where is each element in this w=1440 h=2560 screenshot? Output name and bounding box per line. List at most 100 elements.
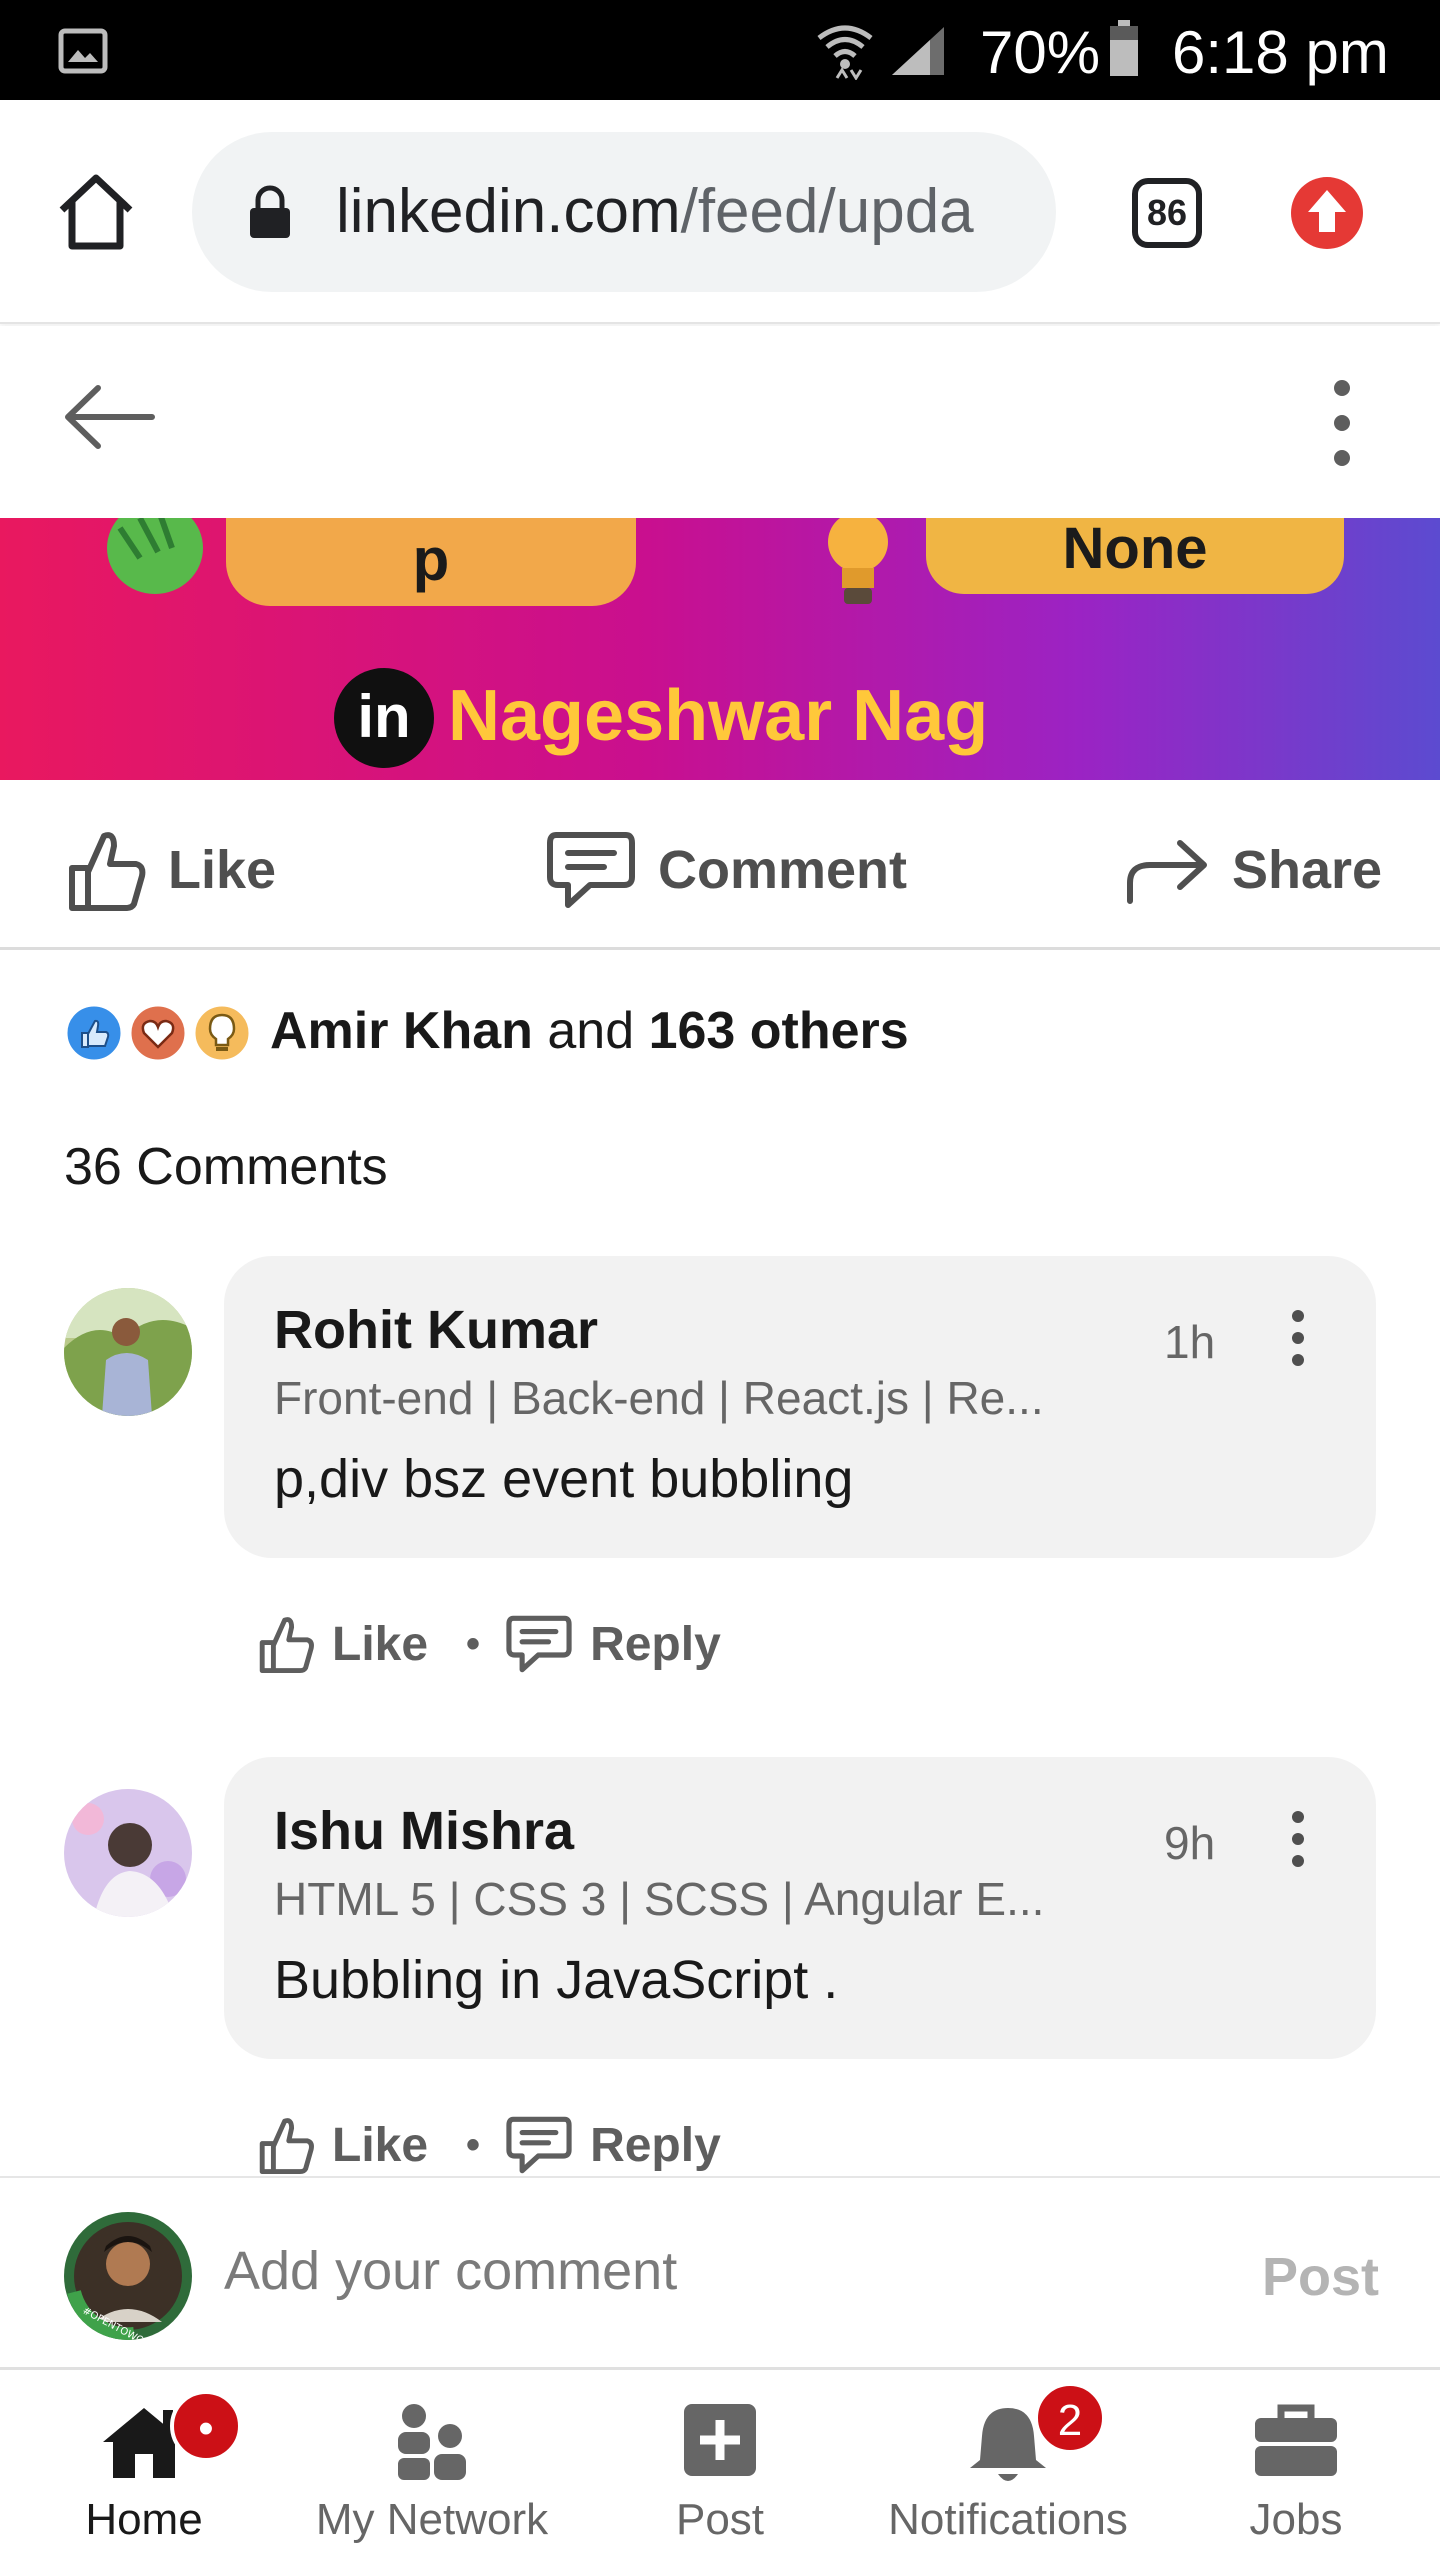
comment-menu-icon[interactable] [1286,1308,1310,1368]
comment-text: p,div bsz event bubbling [274,1449,854,1509]
commenter-avatar[interactable] [64,1288,192,1416]
reply-icon [506,1615,572,1673]
address-bar[interactable]: linkedin.com/feed/upda [192,132,1056,292]
nav-notifications-label: Notifications [888,2495,1128,2544]
nav-home-label: Home [85,2495,203,2544]
like-button[interactable]: Like [66,822,276,918]
comment-reply-button[interactable]: Reply [506,2116,721,2174]
back-arrow-icon[interactable] [62,382,156,452]
home-icon[interactable] [54,172,138,252]
like-label: Like [168,840,277,900]
network-icon [398,2404,466,2480]
post-action-bar: Like Comment Share [0,788,1440,950]
reactor-name: Amir Khan [270,1002,533,1060]
linkedin-logo-icon: in [334,668,434,768]
thumbs-up-icon [259,1617,314,1674]
browser-toolbar: linkedin.com/feed/upda 86 [0,100,1440,324]
post-comment-button[interactable]: Post [1262,2242,1379,2312]
more-options-icon[interactable] [1324,378,1360,468]
tab-switcher-button[interactable]: 86 [1132,178,1202,248]
battery-percent: 70% [980,19,1101,86]
url-text: linkedin.com/feed/upda [336,176,974,248]
comment-text: Bubbling in JavaScript . [274,1950,839,2010]
comment-like-button[interactable]: Like [258,1614,428,1674]
lightbulb-icon [828,518,888,604]
home-badge: • [170,2390,242,2462]
nav-jobs[interactable]: Jobs [1152,2372,1440,2560]
comment-item: Ishu Mishra HTML 5 | CSS 3 | SCSS | Angu… [0,1757,1440,2177]
my-avatar: #OPENTOWORK [64,2212,192,2340]
code-pill-right: None [926,518,1344,594]
thumbs-up-icon [259,2118,314,2175]
like-reaction-icon [64,1003,124,1063]
commenter-avatar[interactable] [64,1789,192,1917]
nav-home[interactable]: • Home [0,2372,288,2560]
comment-actions: Like • Reply [258,1604,721,1684]
comment-reply-label: Reply [590,2118,721,2172]
bottom-navigation: • Home My Network Post 2 Notifications J… [0,2372,1440,2560]
comment-reply-button[interactable]: Reply [506,1615,721,1673]
clock: 6:18 pm [1172,19,1389,86]
commenter-headline: Front-end | Back-end | React.js | Re... [274,1372,1044,1424]
reactions-text: Amir Khan and 163 others [270,996,909,1066]
clapping-hands-icon [107,518,203,594]
share-button[interactable]: Share [1124,822,1382,918]
nav-my-network[interactable]: My Network [288,2372,576,2560]
comments-count[interactable]: 36 Comments [64,1132,388,1202]
nav-post[interactable]: Post [576,2372,864,2560]
update-icon[interactable] [1290,176,1364,250]
comment-like-label: Like [332,1617,429,1671]
notifications-badge: 2 [1034,2382,1106,2454]
lock-icon [250,185,290,238]
post-plus-icon [684,2404,756,2476]
url-path: /feed/upda [680,177,974,246]
comment-label: Comment [658,840,908,900]
nav-jobs-label: Jobs [1249,2495,1343,2544]
commenter-headline: HTML 5 | CSS 3 | SCSS | Angular E... [274,1873,1045,1925]
love-reaction-icon [128,1003,188,1063]
reactions-connector: and [532,1002,649,1060]
share-label: Share [1232,840,1383,900]
comment-icon [547,832,635,908]
commenter-name[interactable]: Ishu Mishra [274,1797,574,1865]
post-image-banner[interactable]: p None in Nageshwar Nag [0,518,1440,780]
post-header [0,326,1440,518]
avatar-photo [64,1789,192,1917]
nav-my-network-label: My Network [315,2495,549,2544]
url-domain: linkedin.com [336,177,681,246]
reactions-summary[interactable]: Amir Khan and 163 others [64,996,909,1066]
separator-dot: • [466,2122,481,2167]
comment-menu-icon[interactable] [1286,1809,1310,1869]
comment-bubble: Ishu Mishra HTML 5 | CSS 3 | SCSS | Angu… [224,1757,1376,2059]
reactions-others: 163 others [648,1002,909,1060]
share-arrow-icon [1127,840,1207,904]
comment-item: Rohit Kumar Front-end | Back-end | React… [0,1256,1440,1696]
signal-icon [892,27,944,75]
add-comment-bar: #OPENTOWORK Add your comment Post [0,2176,1440,2370]
wifi-icon [817,25,873,80]
comment-reply-label: Reply [590,1617,721,1671]
comment-like-label: Like [332,2118,429,2172]
briefcase-icon [1255,2404,1337,2476]
insightful-reaction-icon [192,1003,252,1063]
comment-bubble: Rohit Kumar Front-end | Back-end | React… [224,1256,1376,1558]
code-pill-left: p [226,518,636,606]
banner-author-name: Nageshwar Nag [448,676,989,756]
comment-like-button[interactable]: Like [258,2115,428,2175]
avatar-photo: #OPENTOWORK [64,2212,192,2340]
separator-dot: • [466,1621,481,1666]
nav-post-label: Post [675,2495,765,2544]
nav-notifications[interactable]: 2 Notifications [864,2372,1152,2560]
thumbs-up-icon [69,832,146,911]
avatar-photo [64,1288,192,1416]
commenter-name[interactable]: Rohit Kumar [274,1296,598,1364]
comment-timestamp: 1h [1164,1316,1216,1368]
gallery-icon [58,28,108,74]
comment-button[interactable]: Comment [546,822,907,918]
reaction-icons [64,999,262,1063]
reply-icon [506,2116,572,2174]
battery-icon [1110,20,1138,76]
comment-timestamp: 9h [1164,1817,1216,1869]
comment-input[interactable]: Add your comment [224,2236,677,2306]
comment-actions: Like • Reply [258,2105,721,2185]
